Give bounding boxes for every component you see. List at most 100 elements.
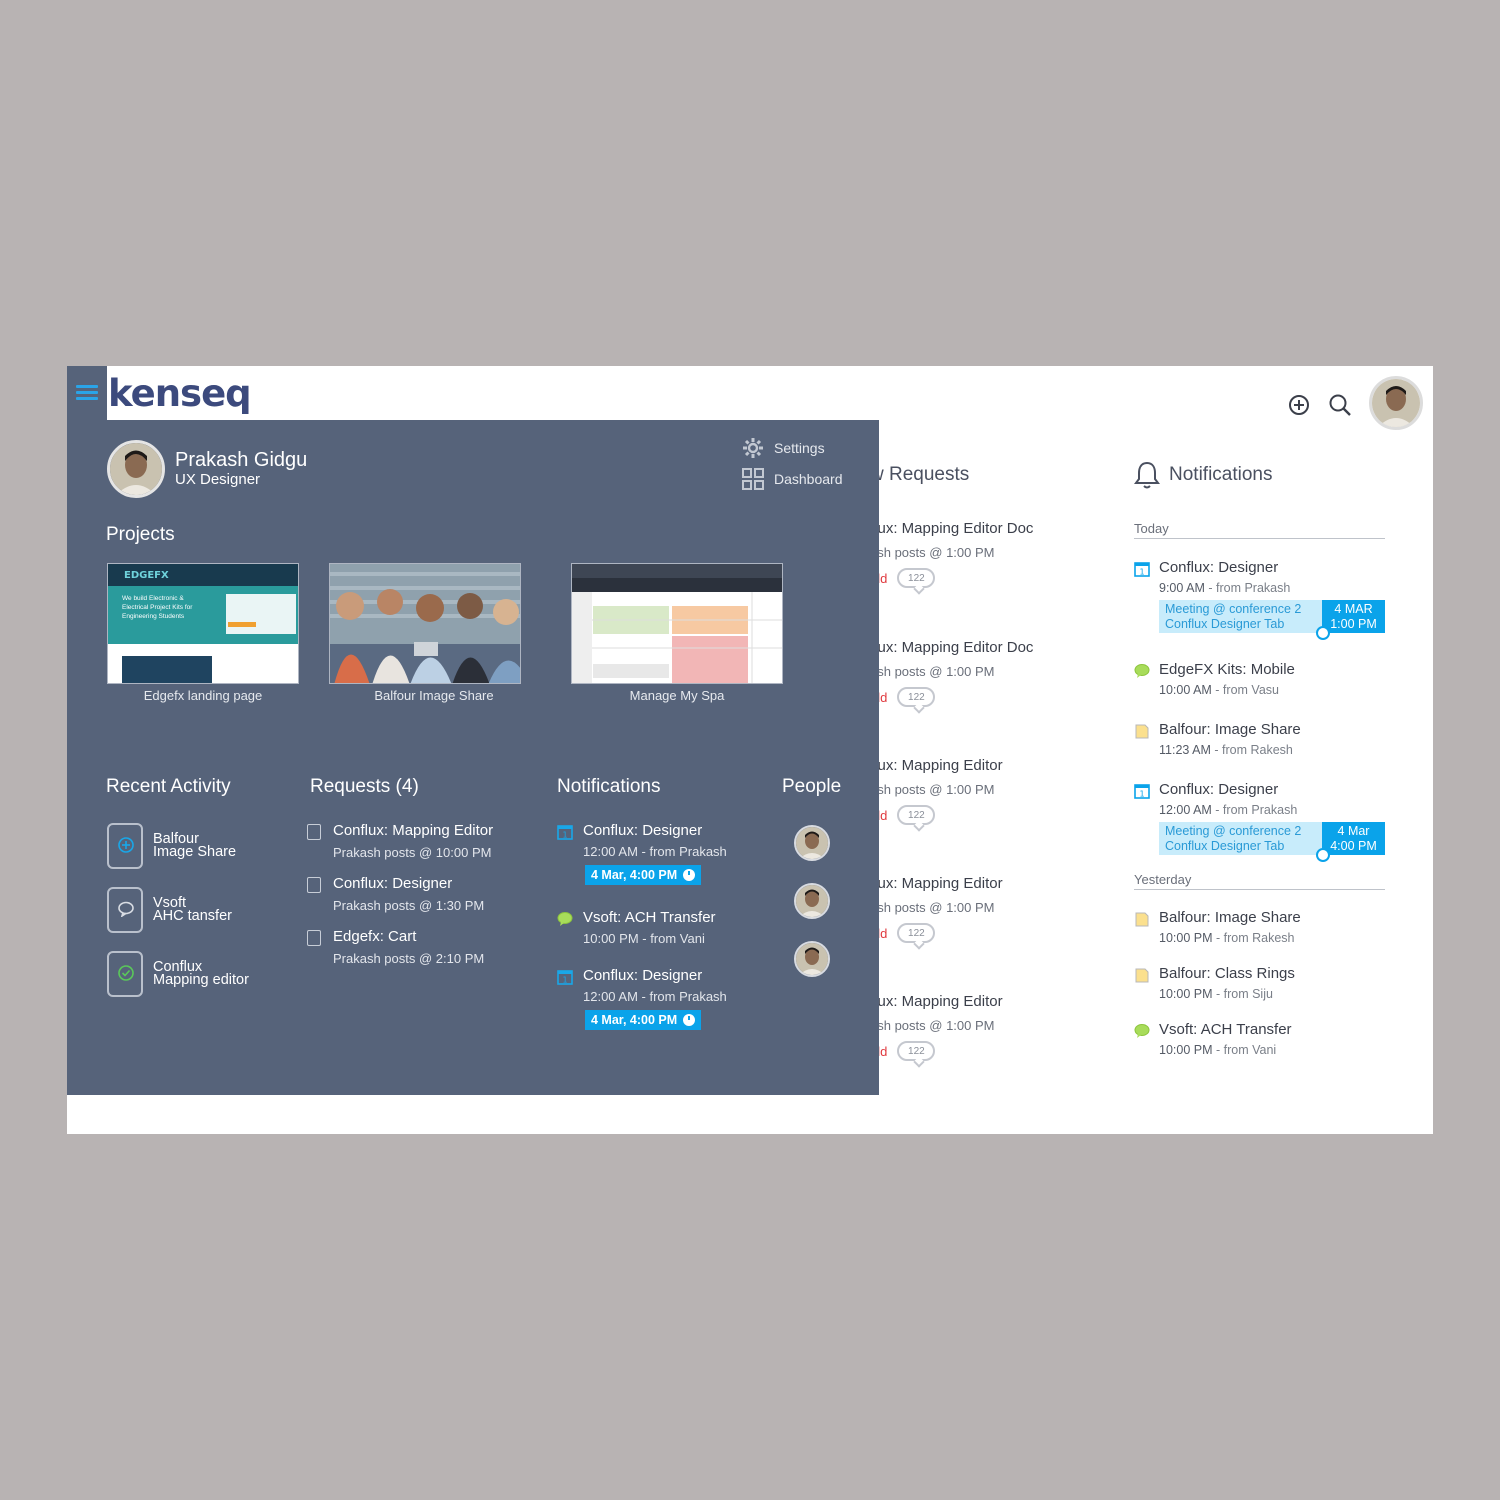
project-card[interactable]: Manage My Spa bbox=[571, 563, 783, 703]
navigation-drawer: Prakash Gidgu UX Designer Settings Dashb… bbox=[67, 420, 879, 1095]
bg-request-item[interactable]: flux: Mapping Editor Doc ash posts @ 1:0… bbox=[870, 639, 1110, 707]
app-logo[interactable]: kenseq bbox=[108, 372, 252, 415]
event-date-badge[interactable]: 4 Mar, 4:00 PM bbox=[585, 865, 702, 885]
notification-title: Conflux: Designer bbox=[1159, 781, 1279, 798]
comment-count-bubble[interactable]: 122 bbox=[897, 923, 936, 943]
notification-sub: 12:00 AM - from Prakash bbox=[583, 844, 727, 859]
notification-meta: 10:00 AM - from Vasu bbox=[1159, 683, 1385, 697]
notification-time: 12:00 AM bbox=[1159, 803, 1212, 817]
notification-from: - from Prakash bbox=[1211, 803, 1298, 817]
meeting-day: 4 MAR bbox=[1334, 602, 1373, 616]
meeting-location: Meeting @ conference 2 bbox=[1165, 824, 1302, 838]
notification-item[interactable]: 1 Conflux: Designer 9:00 AM - from Praka… bbox=[1134, 559, 1385, 640]
notification-item[interactable]: EdgeFX Kits: Mobile 10:00 AM - from Vasu bbox=[1134, 661, 1385, 697]
bg-request-title: flux: Mapping Editor bbox=[870, 757, 1003, 774]
panel-notification-item[interactable]: Vsoft: ACH Transfer 10:00 PM - from Vani bbox=[557, 909, 716, 946]
notification-time: 10:00 PM bbox=[1159, 1043, 1213, 1057]
recent-activity-item[interactable]: Vsoft AHC tansfer bbox=[107, 887, 287, 933]
bg-request-sub: ash posts @ 1:00 PM bbox=[870, 900, 995, 915]
document-icon bbox=[1135, 912, 1149, 927]
comment-count-bubble[interactable]: 122 bbox=[897, 805, 936, 825]
comment-count-bubble[interactable]: 122 bbox=[897, 568, 936, 588]
notification-title: EdgeFX Kits: Mobile bbox=[1159, 661, 1295, 678]
calendar-icon: 1 bbox=[557, 825, 573, 840]
bg-request-item[interactable]: flux: Mapping Editor ash posts @ 1:00 PM… bbox=[870, 757, 1110, 825]
requests-title: Requests (4) bbox=[310, 776, 419, 797]
request-item[interactable]: Conflux: Designer Prakash posts @ 1:30 P… bbox=[307, 875, 484, 913]
recent-activity-item[interactable]: Balfour Image Share bbox=[107, 823, 287, 869]
hamburger-menu-icon[interactable] bbox=[76, 385, 98, 401]
meeting-card[interactable]: Meeting @ conference 2 Conflux Designer T… bbox=[1159, 822, 1385, 862]
check-circle-icon bbox=[118, 965, 134, 981]
app-window: kenseq w Requests flux: Mapping Editor D… bbox=[67, 366, 1433, 1134]
bg-request-item[interactable]: flux: Mapping Editor ash posts @ 1:00 PM… bbox=[870, 993, 1110, 1061]
document-icon bbox=[307, 930, 321, 946]
recent-activity-text: Balfour Image Share bbox=[153, 832, 236, 860]
project-card[interactable]: Balfour Image Share bbox=[329, 563, 521, 703]
notification-meta: 10:00 PM - from Siju bbox=[1159, 987, 1385, 1001]
bg-request-title: flux: Mapping Editor Doc bbox=[870, 520, 1034, 537]
document-icon bbox=[1135, 968, 1149, 983]
notification-title: Balfour: Class Rings bbox=[1159, 965, 1295, 982]
person-avatar[interactable] bbox=[794, 883, 830, 919]
notification-item[interactable]: Vsoft: ACH Transfer 10:00 PM - from Vani bbox=[1134, 1021, 1385, 1057]
meeting-date: 4 MAR 1:00 PM bbox=[1316, 600, 1385, 640]
notification-from: - from Vani bbox=[1212, 1043, 1277, 1057]
notification-sub: 12:00 AM - from Prakash bbox=[583, 989, 727, 1004]
plus-circle-icon[interactable] bbox=[1287, 393, 1311, 417]
file-icon bbox=[107, 951, 143, 997]
event-date-badge[interactable]: 4 Mar, 4:00 PM bbox=[585, 1010, 702, 1030]
notification-title: Conflux: Designer bbox=[583, 967, 703, 984]
notification-meta: 11:23 AM - from Rakesh bbox=[1159, 743, 1385, 757]
panel-notification-item[interactable]: 1 Conflux: Designer 12:00 AM - from Prak… bbox=[557, 822, 727, 885]
bg-request-status: old122 bbox=[870, 923, 1110, 943]
recent-activity-text: Vsoft AHC tansfer bbox=[153, 896, 232, 924]
request-item[interactable]: Conflux: Mapping Editor Prakash posts @ … bbox=[307, 822, 493, 860]
gear-icon bbox=[743, 438, 763, 458]
notification-item[interactable]: Balfour: Class Rings 10:00 PM - from Sij… bbox=[1134, 965, 1385, 1001]
profile-role: UX Designer bbox=[175, 471, 261, 488]
notification-item[interactable]: Balfour: Image Share 11:23 AM - from Rak… bbox=[1134, 721, 1385, 757]
notification-title: Balfour: Image Share bbox=[1159, 909, 1301, 926]
search-icon[interactable] bbox=[1328, 393, 1352, 417]
people-title: People bbox=[782, 776, 842, 797]
request-title: Edgefx: Cart bbox=[333, 928, 417, 945]
comment-count-bubble[interactable]: 122 bbox=[897, 687, 936, 707]
notification-sub: 10:00 PM - from Vani bbox=[583, 931, 705, 946]
notification-title: Conflux: Designer bbox=[583, 822, 703, 839]
meeting-day: 4 Mar bbox=[1337, 824, 1370, 838]
bg-request-item[interactable]: flux: Mapping Editor Doc ash posts @ 1:0… bbox=[870, 520, 1110, 588]
notification-item[interactable]: 1 Conflux: Designer 12:00 AM - from Prak… bbox=[1134, 781, 1385, 862]
plus-circle-icon bbox=[118, 837, 134, 853]
event-date-text: 4 Mar, 4:00 PM bbox=[591, 868, 678, 882]
dashboard-link[interactable]: Dashboard bbox=[742, 468, 843, 490]
recent-activity-title: Recent Activity bbox=[106, 776, 231, 797]
person-avatar[interactable] bbox=[794, 941, 830, 977]
bg-request-sub: ash posts @ 1:00 PM bbox=[870, 664, 995, 679]
bg-requests-title: w Requests bbox=[870, 464, 970, 485]
person-avatar[interactable] bbox=[794, 825, 830, 861]
request-item[interactable]: Edgefx: Cart Prakash posts @ 2:10 PM bbox=[307, 928, 484, 966]
panel-notification-item[interactable]: 1 Conflux: Designer 12:00 AM - from Prak… bbox=[557, 967, 727, 1030]
profile-avatar[interactable] bbox=[107, 440, 165, 498]
meeting-tab: Conflux Designer Tab bbox=[1165, 617, 1285, 631]
notification-time: 11:23 AM bbox=[1159, 743, 1211, 757]
meeting-time: 4:00 PM bbox=[1330, 839, 1377, 853]
user-avatar[interactable] bbox=[1369, 376, 1423, 430]
project-card[interactable]: EDGEFX We build Electronic & Electrical … bbox=[107, 563, 299, 703]
comment-count-bubble[interactable]: 122 bbox=[897, 1041, 936, 1061]
profile-name: Prakash Gidgu bbox=[175, 449, 308, 471]
chat-icon bbox=[118, 901, 134, 917]
settings-link[interactable]: Settings bbox=[742, 437, 825, 459]
calendar-icon: 1 bbox=[1134, 784, 1150, 799]
recent-activity-item[interactable]: Conflux Mapping editor bbox=[107, 951, 287, 997]
file-icon bbox=[107, 887, 143, 933]
meeting-card[interactable]: Meeting @ conference 2 Conflux Designer T… bbox=[1159, 600, 1385, 640]
bg-request-status: old122 bbox=[870, 568, 1110, 588]
notification-item[interactable]: Balfour: Image Share 10:00 PM - from Rak… bbox=[1134, 909, 1385, 945]
dashboard-label: Dashboard bbox=[774, 471, 843, 487]
bg-request-item[interactable]: flux: Mapping Editor ash posts @ 1:00 PM… bbox=[870, 875, 1110, 943]
request-sub: Prakash posts @ 10:00 PM bbox=[333, 845, 492, 860]
event-date-text: 4 Mar, 4:00 PM bbox=[591, 1013, 678, 1027]
document-icon bbox=[307, 824, 321, 840]
